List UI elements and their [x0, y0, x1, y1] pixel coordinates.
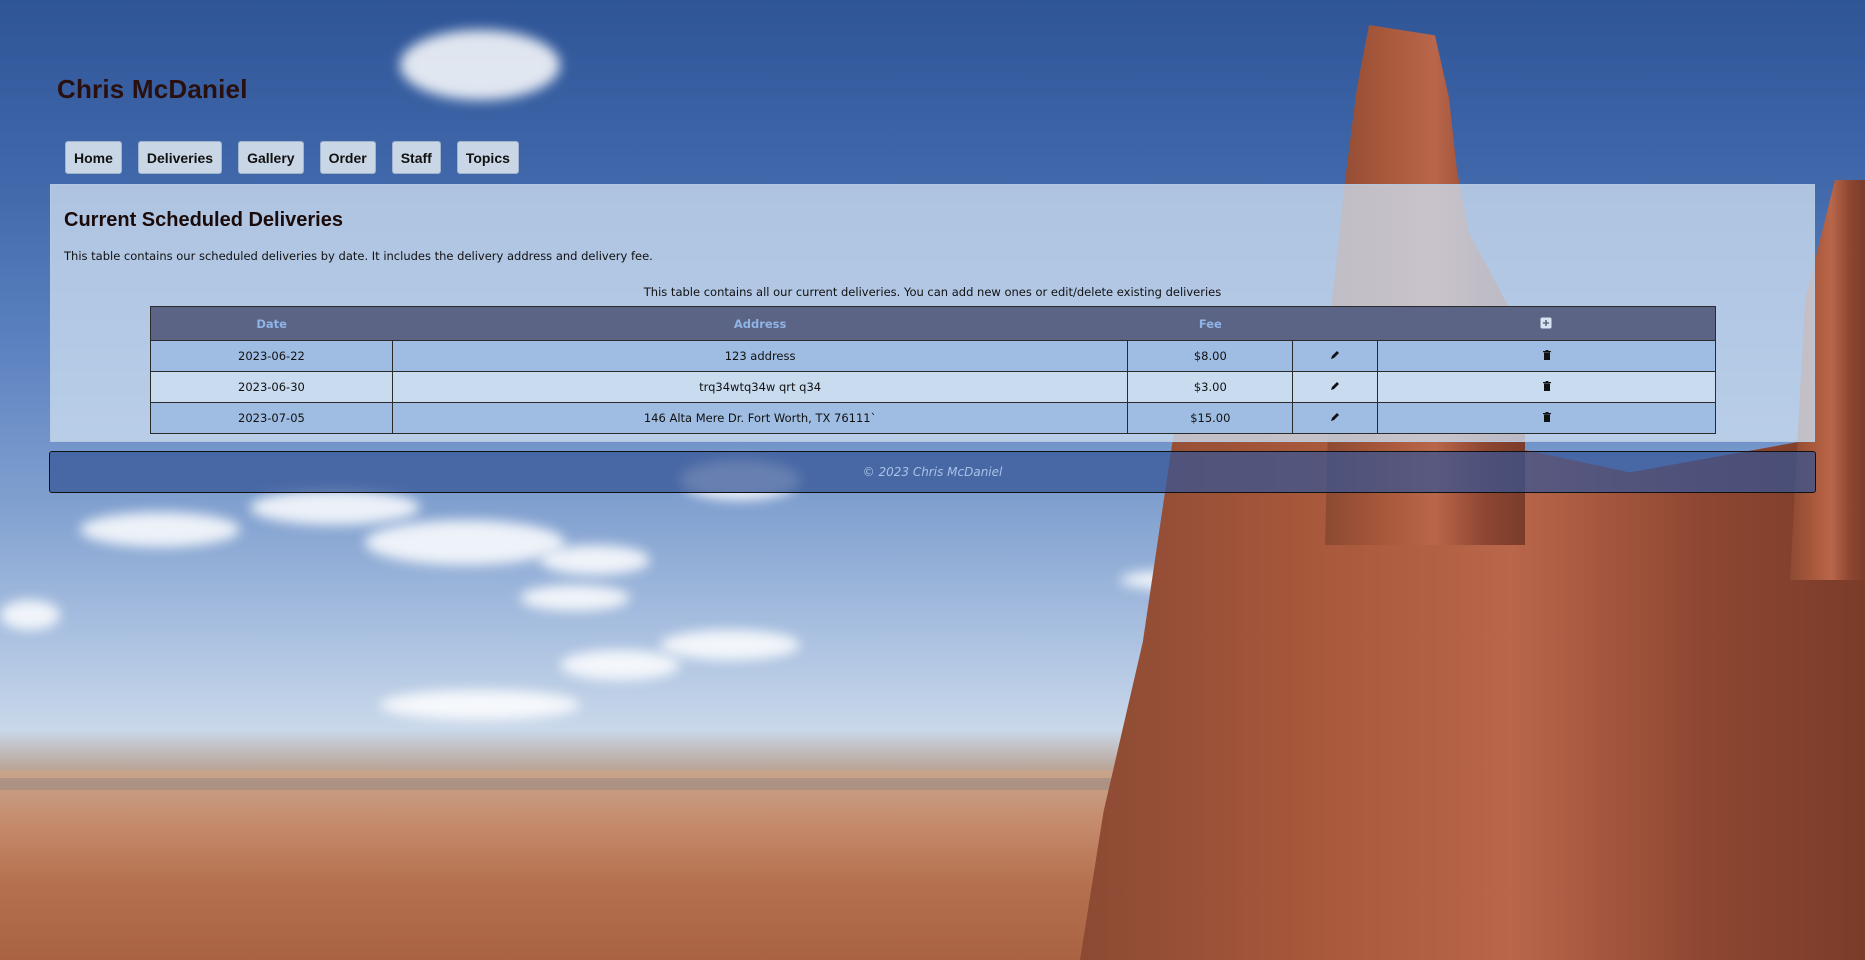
page-footer: © 2023 Chris McDaniel — [49, 451, 1816, 493]
page-heading: Current Scheduled Deliveries — [64, 209, 343, 231]
cell-edit — [1292, 371, 1379, 403]
edit-pencil-icon[interactable] — [1328, 380, 1342, 394]
cell-delete — [1377, 340, 1716, 372]
cell-date: 2023-06-30 — [150, 371, 393, 403]
delete-trash-icon[interactable] — [1540, 349, 1554, 363]
cell-fee: $8.00 — [1127, 340, 1294, 372]
table-caption: This table contains all our current deli… — [643, 285, 1222, 299]
cell-fee: $3.00 — [1127, 371, 1294, 403]
deliveries-panel: Current Scheduled Deliveries This table … — [50, 184, 1815, 442]
footer-copyright: © 2023 Chris McDaniel — [862, 465, 1003, 479]
nav-gallery-button[interactable]: Gallery — [238, 141, 304, 174]
nav-deliveries-button[interactable]: Deliveries — [137, 141, 223, 174]
main-nav: Home Deliveries Gallery Order Staff Topi… — [65, 141, 519, 174]
nav-topics-button[interactable]: Topics — [456, 141, 519, 174]
table-header-row: Date Address Fee — [150, 306, 1716, 341]
cell-fee: $15.00 — [1127, 402, 1294, 434]
column-header-date: Date — [150, 306, 393, 341]
cell-edit — [1292, 402, 1379, 434]
nav-home-button[interactable]: Home — [65, 141, 122, 174]
edit-pencil-icon[interactable] — [1328, 349, 1342, 363]
table-row: 2023-06-30 trq34wtq34w qrt q34 $3.00 — [150, 371, 1716, 403]
site-title: Chris McDaniel — [57, 74, 248, 104]
cell-address: 146 Alta Mere Dr. Fort Worth, TX 76111` — [391, 402, 1129, 434]
cell-address: trq34wtq34w qrt q34 — [391, 371, 1129, 403]
edit-pencil-icon[interactable] — [1328, 411, 1342, 425]
deliveries-table: Date Address Fee 2023-06-22 123 address … — [150, 306, 1716, 434]
column-header-edit — [1292, 306, 1378, 341]
column-header-actions — [1377, 306, 1716, 341]
table-row: 2023-06-22 123 address $8.00 — [150, 340, 1716, 372]
cell-date: 2023-07-05 — [150, 402, 393, 434]
table-row: 2023-07-05 146 Alta Mere Dr. Fort Worth,… — [150, 402, 1716, 434]
add-delivery-icon[interactable] — [1539, 317, 1553, 331]
column-header-address: Address — [392, 306, 1128, 341]
cell-address: 123 address — [391, 340, 1129, 372]
delete-trash-icon[interactable] — [1540, 380, 1554, 394]
column-header-fee: Fee — [1127, 306, 1293, 341]
delete-trash-icon[interactable] — [1540, 411, 1554, 425]
intro-text: This table contains our scheduled delive… — [64, 249, 653, 263]
cell-edit — [1292, 340, 1379, 372]
cell-delete — [1377, 371, 1716, 403]
nav-order-button[interactable]: Order — [319, 141, 376, 174]
cell-delete — [1377, 402, 1716, 434]
cell-date: 2023-06-22 — [150, 340, 393, 372]
nav-staff-button[interactable]: Staff — [391, 141, 441, 174]
